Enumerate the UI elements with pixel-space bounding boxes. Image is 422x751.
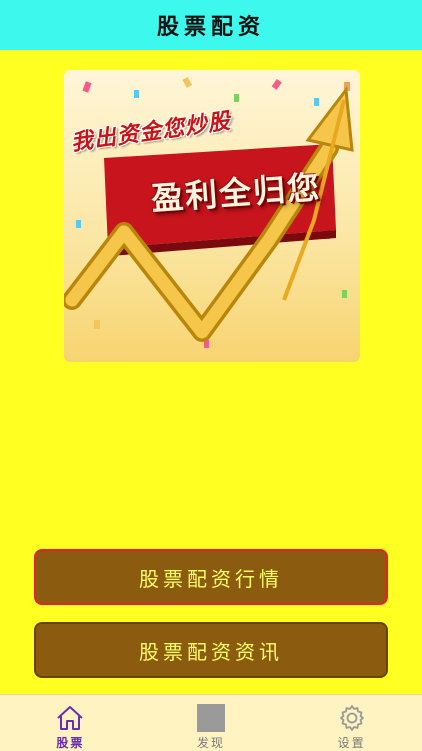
tab-label: 设置 bbox=[337, 736, 366, 750]
tab-discover[interactable]: 发现 bbox=[141, 695, 282, 751]
page-title: 股票配资 bbox=[156, 15, 265, 40]
gear-icon bbox=[337, 703, 367, 732]
promo-banner[interactable]: 我出资金您炒股 盈利全归您 bbox=[64, 70, 360, 362]
bottom-tab-bar: 股票 发现 设置 bbox=[0, 694, 422, 751]
tab-stocks[interactable]: 股票 bbox=[0, 695, 141, 751]
tab-settings[interactable]: 设置 bbox=[281, 695, 422, 751]
stock-news-button[interactable]: 股票配资资讯 bbox=[34, 622, 388, 678]
tab-label: 股票 bbox=[56, 736, 85, 750]
discover-icon bbox=[196, 703, 226, 732]
tab-label: 发现 bbox=[197, 736, 226, 750]
stock-quotes-button[interactable]: 股票配资行情 bbox=[34, 549, 388, 605]
home-icon bbox=[55, 703, 85, 732]
app-header: 股票配资 bbox=[0, 0, 422, 50]
main-content: 我出资金您炒股 盈利全归您 股票配资行情 股票配资资讯 bbox=[0, 50, 422, 694]
